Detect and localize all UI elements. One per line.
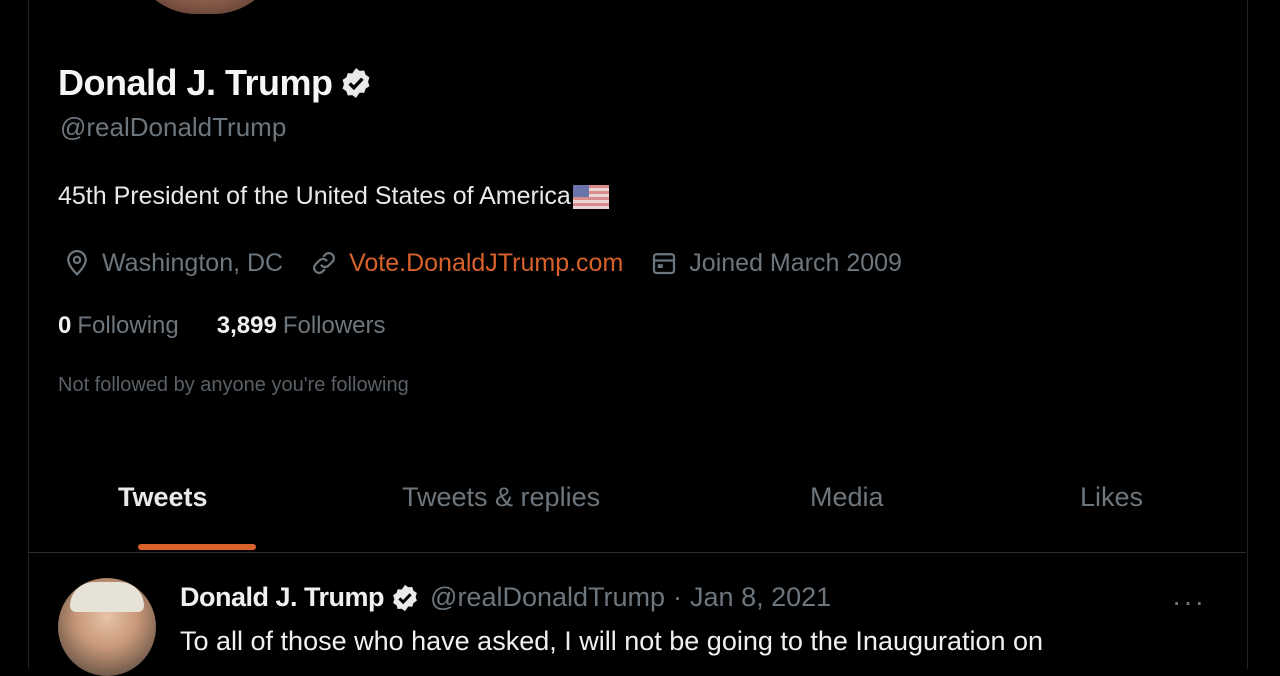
profile-handle: @realDonaldTrump bbox=[60, 112, 287, 142]
tweet-text: To all of those who have asked, I will n… bbox=[180, 626, 1044, 656]
followers-label[interactable]: Followers bbox=[283, 312, 386, 340]
following-label[interactable]: Following bbox=[77, 312, 178, 340]
calendar-icon bbox=[653, 253, 676, 275]
profile-location: Washington, DC bbox=[62, 248, 283, 278]
not-followed-note: Not followed by anyone you're following bbox=[58, 374, 409, 396]
follow-stats: 0 Following 3,899 Followers bbox=[58, 312, 424, 340]
profile-meta: Washington, DC Vote.DonaldJTrump.com Joi… bbox=[62, 248, 928, 278]
tweet-author-handle[interactable]: @realDonaldTrump bbox=[430, 582, 665, 613]
profile-website-link[interactable]: Vote.DonaldJTrump.com bbox=[349, 249, 623, 278]
active-tab-indicator bbox=[138, 544, 256, 550]
profile-joined: Joined March 2009 bbox=[649, 248, 902, 278]
more-icon[interactable]: ··· bbox=[1172, 586, 1206, 618]
following-count[interactable]: 0 bbox=[58, 312, 71, 340]
tab-media[interactable]: Media bbox=[810, 482, 884, 513]
tweet-header: Donald J. Trump @realDonaldTrump · Jan 8… bbox=[180, 582, 831, 613]
tab-tweets[interactable]: Tweets bbox=[118, 482, 208, 513]
profile-location-text: Washington, DC bbox=[102, 248, 284, 277]
profile-display-name: Donald J. Trump bbox=[58, 62, 333, 103]
tweet-date[interactable]: Jan 8, 2021 bbox=[690, 582, 831, 613]
profile-name-row: Donald J. Trump bbox=[58, 62, 373, 104]
location-pin-icon bbox=[67, 250, 87, 276]
profile-website[interactable]: Vote.DonaldJTrump.com bbox=[309, 248, 623, 278]
us-flag-icon bbox=[572, 184, 609, 209]
link-icon bbox=[313, 252, 336, 274]
profile-tabs: Tweets Tweets & replies Media Likes bbox=[28, 470, 1246, 553]
verified-badge-icon bbox=[342, 68, 369, 98]
profile-joined-text: Joined March 2009 bbox=[689, 248, 902, 277]
followers-count[interactable]: 3,899 bbox=[217, 312, 277, 340]
tweet-separator: · bbox=[673, 582, 683, 612]
profile-bio: 45th President of the United States of A… bbox=[58, 182, 609, 211]
tab-tweets-replies[interactable]: Tweets & replies bbox=[402, 482, 600, 513]
tweet-avatar[interactable] bbox=[58, 578, 156, 676]
tweet-author-name[interactable]: Donald J. Trump bbox=[180, 582, 385, 613]
verified-badge-icon bbox=[393, 584, 417, 611]
profile-bio-text: 45th President of the United States of A… bbox=[58, 182, 571, 210]
tab-likes[interactable]: Likes bbox=[1080, 482, 1143, 513]
